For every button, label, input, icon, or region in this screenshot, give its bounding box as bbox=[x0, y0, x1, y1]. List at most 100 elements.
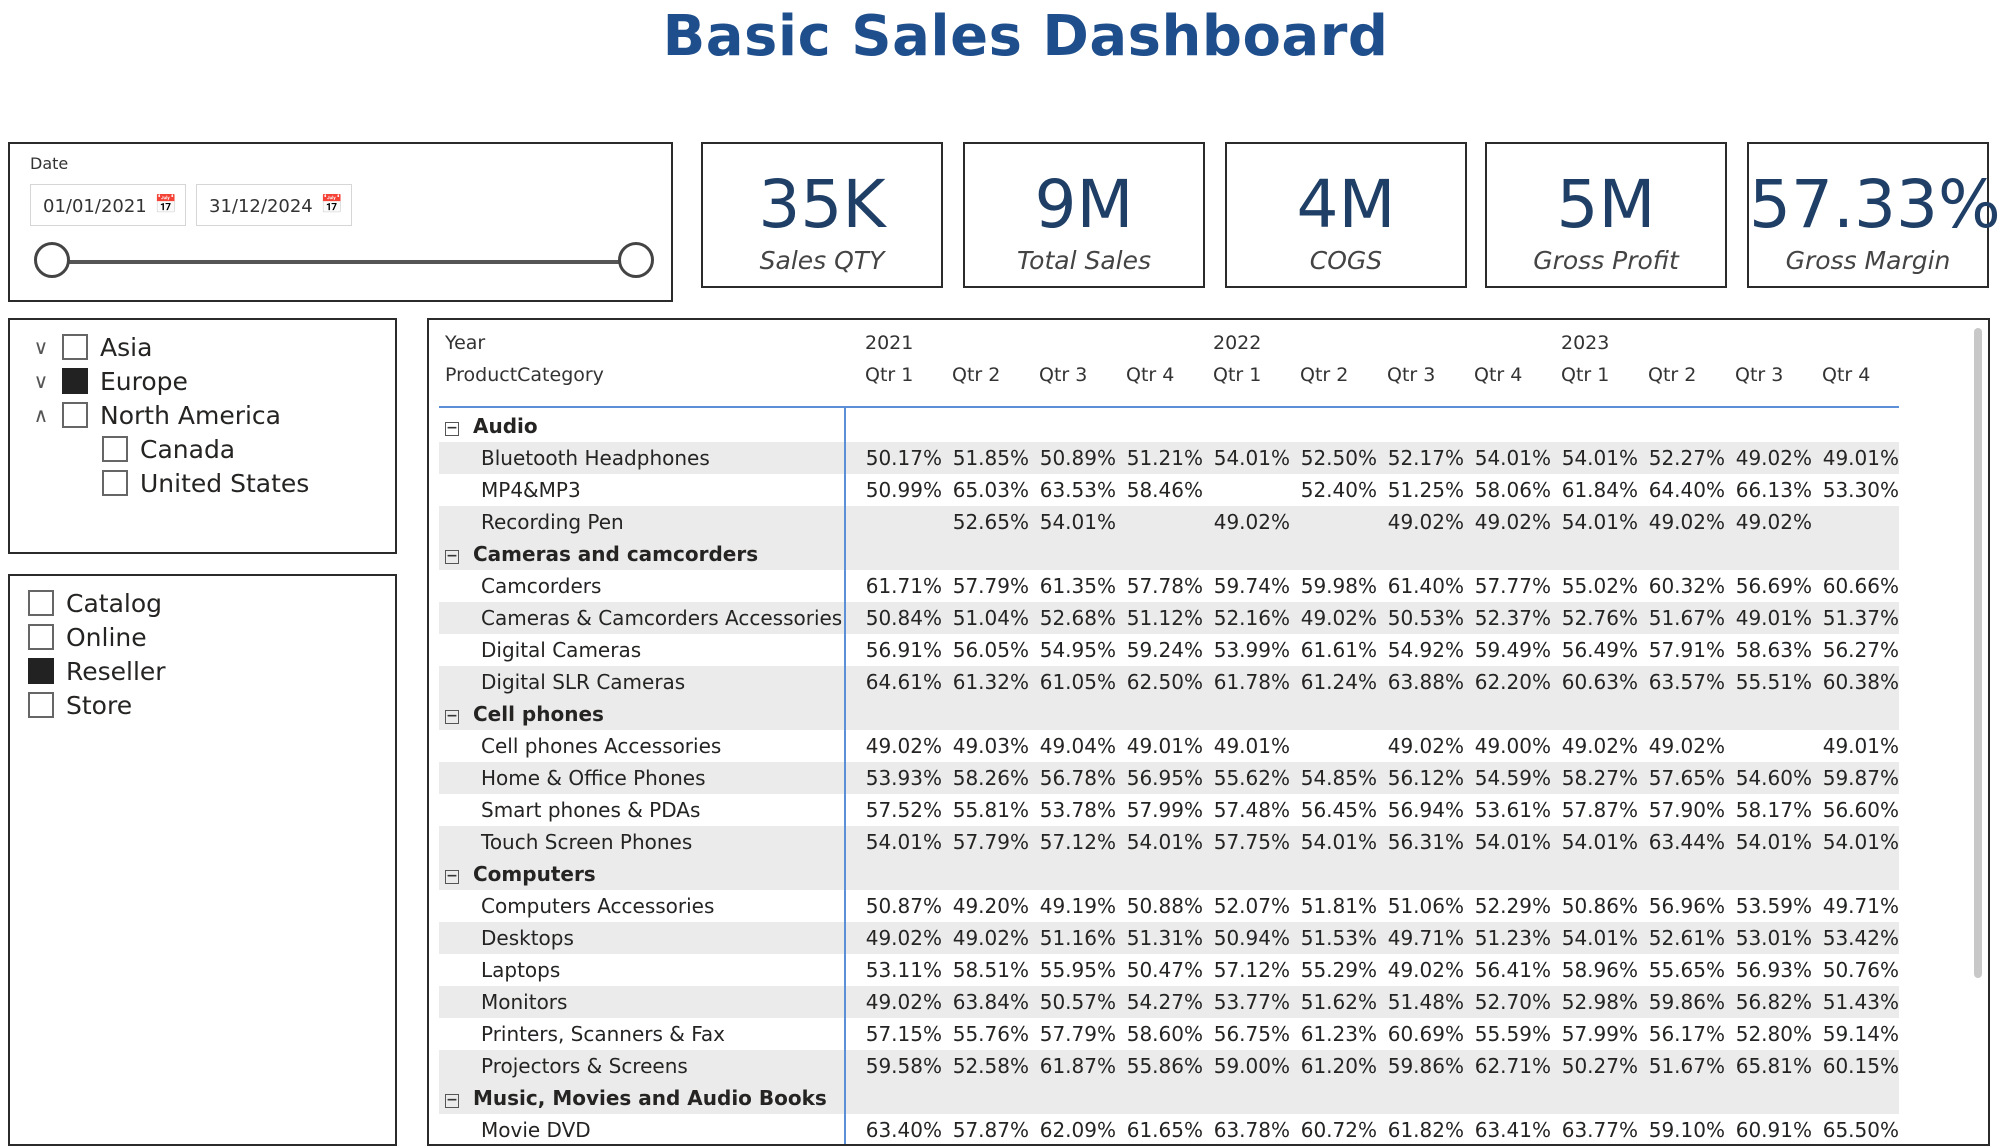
slicer-item-label: North America bbox=[100, 400, 281, 430]
kpi-card-sales-qty: 35K Sales QTY bbox=[701, 142, 943, 288]
matrix-cell: 63.57% bbox=[1648, 670, 1725, 694]
slicer-item-label: United States bbox=[140, 468, 310, 498]
product-label: Projectors & Screens bbox=[481, 1054, 688, 1078]
calendar-icon[interactable]: 📅 bbox=[155, 194, 177, 215]
matrix-row: Digital SLR Cameras 64.61% 61.32% 61.05% 62.… bbox=[439, 666, 1899, 698]
matrix-cell: 62.50% bbox=[1126, 670, 1203, 694]
matrix-cell: 59.00% bbox=[1213, 1054, 1290, 1078]
matrix-cell: 53.93% bbox=[865, 766, 942, 790]
product-label: Digital Cameras bbox=[481, 638, 642, 662]
matrix-cell: 53.78% bbox=[1039, 798, 1116, 822]
checkbox[interactable] bbox=[28, 658, 54, 684]
matrix-cell: 58.17% bbox=[1735, 798, 1812, 822]
column-header-quarter: Qtr 3 bbox=[1387, 364, 1436, 386]
start-date-handle[interactable] bbox=[34, 242, 70, 278]
matrix-cell: 52.76% bbox=[1561, 606, 1638, 630]
matrix-cell: 57.65% bbox=[1648, 766, 1725, 790]
matrix-cell: 61.71% bbox=[865, 574, 942, 598]
start-date-input[interactable]: 01/01/2021 📅 bbox=[30, 184, 186, 226]
matrix-cell: 49.71% bbox=[1822, 894, 1899, 918]
slicer-item-asia[interactable]: ∨ Asia bbox=[28, 330, 153, 364]
matrix-cell: 63.40% bbox=[865, 1118, 942, 1142]
matrix-row: Projectors & Screens 59.58% 52.58% 61.87% 55… bbox=[439, 1050, 1899, 1082]
vertical-scrollbar[interactable] bbox=[1974, 328, 1982, 978]
matrix-cell: 61.05% bbox=[1039, 670, 1116, 694]
end-date-input[interactable]: 31/12/2024 📅 bbox=[196, 184, 352, 226]
kpi-card-gross-profit: 5M Gross Profit bbox=[1485, 142, 1727, 288]
header-divider bbox=[439, 406, 1899, 408]
product-label: Digital SLR Cameras bbox=[481, 670, 686, 694]
matrix-cell: 51.16% bbox=[1039, 926, 1116, 950]
slicer-item-online[interactable]: Online bbox=[28, 620, 147, 654]
matrix-cell: 57.78% bbox=[1126, 574, 1203, 598]
checkbox[interactable] bbox=[28, 692, 54, 718]
matrix-cell: 50.76% bbox=[1822, 958, 1899, 982]
matrix-cell: 55.86% bbox=[1126, 1054, 1203, 1078]
product-label: Printers, Scanners & Fax bbox=[481, 1022, 725, 1046]
matrix-cell: 63.41% bbox=[1474, 1118, 1551, 1142]
end-date-handle[interactable] bbox=[618, 242, 654, 278]
slicer-item-north-america[interactable]: ∧ North America bbox=[28, 398, 281, 432]
column-header-year: 2022 bbox=[1213, 332, 1262, 354]
matrix-cell: 57.12% bbox=[1213, 958, 1290, 982]
checkbox[interactable] bbox=[102, 436, 128, 462]
slicer-item-label: Reseller bbox=[66, 656, 166, 686]
matrix-cell: 50.53% bbox=[1387, 606, 1464, 630]
column-header-quarter: Qtr 1 bbox=[865, 364, 914, 386]
slicer-item-catalog[interactable]: Catalog bbox=[28, 586, 162, 620]
matrix-row: Monitors 49.02% 63.84% 50.57% 54.27% 53.77% 51… bbox=[439, 986, 1899, 1018]
matrix-cell: 57.48% bbox=[1213, 798, 1290, 822]
matrix-cell: 50.17% bbox=[865, 446, 942, 470]
matrix-cell: 64.40% bbox=[1648, 478, 1725, 502]
matrix-cell: 54.01% bbox=[1474, 830, 1551, 854]
matrix-cell: 57.99% bbox=[1126, 798, 1203, 822]
product-label: Movie DVD bbox=[481, 1118, 591, 1142]
matrix-cell: 57.75% bbox=[1213, 830, 1290, 854]
collapse-icon[interactable]: − bbox=[445, 421, 459, 436]
matrix-cell: 49.01% bbox=[1126, 734, 1203, 758]
slicer-item-united-states[interactable]: United States bbox=[102, 466, 309, 500]
matrix-cell: 56.17% bbox=[1648, 1022, 1725, 1046]
column-header-quarter: Qtr 4 bbox=[1126, 364, 1175, 386]
matrix-cell: 52.70% bbox=[1474, 990, 1551, 1014]
checkbox[interactable] bbox=[62, 334, 88, 360]
matrix-cell: 50.89% bbox=[1039, 446, 1116, 470]
matrix-cell: 52.50% bbox=[1300, 446, 1377, 470]
slicer-item-europe[interactable]: ∨ Europe bbox=[28, 364, 188, 398]
collapse-icon[interactable]: − bbox=[445, 869, 459, 884]
slicer-item-label: Canada bbox=[140, 434, 236, 464]
matrix-category-row: − Audio bbox=[439, 410, 1899, 442]
checkbox[interactable] bbox=[62, 402, 88, 428]
matrix-cell: 56.05% bbox=[952, 638, 1029, 662]
kpi-card-total-sales: 9M Total Sales bbox=[963, 142, 1205, 288]
matrix-cell: 49.20% bbox=[952, 894, 1029, 918]
matrix-cell: 58.96% bbox=[1561, 958, 1638, 982]
chevron-down-icon[interactable]: ∨ bbox=[28, 335, 54, 359]
matrix-category-row: − Computers bbox=[439, 858, 1899, 890]
matrix-cell: 53.42% bbox=[1822, 926, 1899, 950]
matrix-cell: 63.88% bbox=[1387, 670, 1464, 694]
row-header-year: Year bbox=[445, 332, 486, 354]
kpi-label: Sales QTY bbox=[759, 246, 885, 275]
matrix-row: Cameras & Camcorders Accessories 50.84% 51… bbox=[439, 602, 1899, 634]
chevron-up-icon[interactable]: ∧ bbox=[28, 403, 54, 427]
matrix-cell: 54.01% bbox=[865, 830, 942, 854]
collapse-icon[interactable]: − bbox=[445, 1093, 459, 1108]
chevron-down-icon[interactable]: ∨ bbox=[28, 369, 54, 393]
calendar-icon[interactable]: 📅 bbox=[321, 194, 343, 215]
collapse-icon[interactable]: − bbox=[445, 709, 459, 724]
collapse-icon[interactable]: − bbox=[445, 549, 459, 564]
matrix-cell: 52.07% bbox=[1213, 894, 1290, 918]
slicer-item-store[interactable]: Store bbox=[28, 688, 132, 722]
category-label: Cell phones bbox=[473, 702, 604, 726]
column-header-quarter: Qtr 3 bbox=[1039, 364, 1088, 386]
kpi-label: Total Sales bbox=[1016, 246, 1152, 275]
slicer-item-canada[interactable]: Canada bbox=[102, 432, 235, 466]
checkbox[interactable] bbox=[28, 624, 54, 650]
checkbox[interactable] bbox=[102, 470, 128, 496]
checkbox[interactable] bbox=[62, 368, 88, 394]
slicer-item-reseller[interactable]: Reseller bbox=[28, 654, 166, 688]
date-range-track[interactable] bbox=[54, 260, 646, 264]
checkbox[interactable] bbox=[28, 590, 54, 616]
product-label: Computers Accessories bbox=[481, 894, 715, 918]
